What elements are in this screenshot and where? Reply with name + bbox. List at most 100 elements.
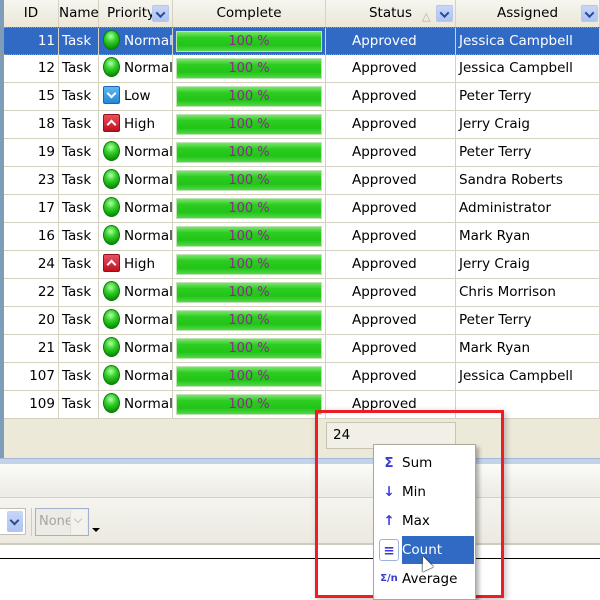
cell-id[interactable]: 15	[4, 83, 59, 110]
cell-priority[interactable]: Normal	[99, 223, 173, 250]
cell-status[interactable]: Approved	[326, 167, 456, 194]
cell-priority[interactable]: High	[99, 111, 173, 138]
cell-priority[interactable]: Normal	[99, 139, 173, 166]
table-row[interactable]: 12 Task Normal 100 % Approved Jessica Campbel…	[4, 55, 600, 83]
cell-priority[interactable]: Normal	[99, 279, 173, 306]
cell-name[interactable]: Task	[59, 335, 99, 362]
chevron-down-icon[interactable]	[70, 510, 87, 534]
cell-id[interactable]: 16	[4, 223, 59, 250]
cell-assigned[interactable]: Peter Terry	[456, 139, 600, 166]
filter-dropdown-icon[interactable]	[436, 5, 453, 22]
cell-id[interactable]: 109	[4, 391, 59, 418]
cell-id[interactable]: 23	[4, 167, 59, 194]
cell-id[interactable]: 21	[4, 335, 59, 362]
table-row[interactable]: 17 Task Normal 100 % Approved Administrator	[4, 195, 600, 223]
cell-complete[interactable]: 100 %	[173, 363, 326, 390]
table-row[interactable]: 16 Task Normal 100 % Approved Mark Ryan	[4, 223, 600, 251]
cell-assigned[interactable]: Jessica Campbell	[456, 363, 600, 390]
column-header-complete[interactable]: Complete	[173, 0, 326, 27]
cell-priority[interactable]: Low	[99, 83, 173, 110]
cell-priority[interactable]: Normal	[99, 335, 173, 362]
menu-item-min[interactable]: ↓ Min	[376, 478, 473, 506]
table-row[interactable]: 15 Task Low 100 % Approved Peter Terry	[4, 83, 600, 111]
column-header-priority[interactable]: Priority	[99, 0, 173, 27]
table-row[interactable]: 109 Task Normal 100 % Approved	[4, 391, 600, 419]
column-header-id[interactable]: ID	[4, 0, 59, 27]
cell-assigned[interactable]: Jerry Craig	[456, 111, 600, 138]
cell-complete[interactable]: 100 %	[173, 195, 326, 222]
cell-priority[interactable]: Normal	[99, 195, 173, 222]
table-row[interactable]: 19 Task Normal 100 % Approved Peter Terry	[4, 139, 600, 167]
cell-status[interactable]: Approved	[326, 55, 456, 82]
cell-priority[interactable]: Normal	[99, 167, 173, 194]
cell-name[interactable]: Task	[59, 139, 99, 166]
table-row[interactable]: 11 Task Normal 100 % Approved Jessica Campbel…	[4, 27, 600, 55]
cell-complete[interactable]: 100 %	[173, 28, 326, 55]
cell-complete[interactable]: 100 %	[173, 251, 326, 278]
cell-status[interactable]: Approved	[326, 363, 456, 390]
cell-status[interactable]: Approved	[326, 279, 456, 306]
cell-priority[interactable]: Normal	[99, 391, 173, 418]
cell-complete[interactable]: 100 %	[173, 279, 326, 306]
cell-name[interactable]: Task	[59, 307, 99, 334]
cell-priority[interactable]: Normal	[99, 363, 173, 390]
column-header-assigned[interactable]: Assigned	[456, 0, 600, 27]
cell-name[interactable]: Task	[59, 223, 99, 250]
chevron-down-icon[interactable]	[7, 511, 23, 532]
table-row[interactable]: 21 Task Normal 100 % Approved Mark Ryan	[4, 335, 600, 363]
cell-status[interactable]: Approved	[326, 111, 456, 138]
cell-priority[interactable]: Normal	[99, 28, 173, 55]
table-row[interactable]: 23 Task Normal 100 % Approved Sandra Roberts	[4, 167, 600, 195]
cell-complete[interactable]: 100 %	[173, 167, 326, 194]
cell-assigned[interactable]: Mark Ryan	[456, 223, 600, 250]
table-row[interactable]: 107 Task Normal 100 % Approved Jessica Campbe…	[4, 363, 600, 391]
cell-assigned[interactable]: Peter Terry	[456, 83, 600, 110]
cell-complete[interactable]: 100 %	[173, 223, 326, 250]
cell-status[interactable]: Approved	[326, 335, 456, 362]
cell-id[interactable]: 19	[4, 139, 59, 166]
cell-assigned[interactable]: Administrator	[456, 195, 600, 222]
toolbar-combo-none[interactable]: None	[35, 508, 89, 536]
cell-complete[interactable]: 100 %	[173, 55, 326, 82]
cell-complete[interactable]: 100 %	[173, 391, 326, 418]
cell-priority[interactable]: Normal	[99, 307, 173, 334]
cell-status[interactable]: Approved	[326, 28, 456, 55]
cell-assigned[interactable]: Jerry Craig	[456, 251, 600, 278]
cell-status[interactable]: Approved	[326, 223, 456, 250]
cell-status[interactable]: Approved	[326, 307, 456, 334]
cell-name[interactable]: Task	[59, 391, 99, 418]
column-header-name[interactable]: Name	[59, 0, 99, 27]
menu-item-max[interactable]: ↑ Max	[376, 507, 473, 535]
cell-status[interactable]: Approved	[326, 251, 456, 278]
cell-assigned[interactable]: Chris Morrison	[456, 279, 600, 306]
cell-id[interactable]: 24	[4, 251, 59, 278]
cell-assigned[interactable]: Jessica Campbell	[456, 55, 600, 82]
toolbar-overflow-icon[interactable]	[92, 528, 100, 532]
cell-name[interactable]: Task	[59, 55, 99, 82]
cell-assigned[interactable]: Mark Ryan	[456, 335, 600, 362]
cell-id[interactable]: 11	[4, 28, 59, 55]
cell-complete[interactable]: 100 %	[173, 307, 326, 334]
cell-id[interactable]: 17	[4, 195, 59, 222]
cell-complete[interactable]: 100 %	[173, 83, 326, 110]
cell-complete[interactable]: 100 %	[173, 335, 326, 362]
cell-name[interactable]: Task	[59, 251, 99, 278]
cell-name[interactable]: Task	[59, 111, 99, 138]
table-row[interactable]: 18 Task High 100 % Approved Jerry Craig	[4, 111, 600, 139]
cell-id[interactable]: 18	[4, 111, 59, 138]
cell-id[interactable]: 22	[4, 279, 59, 306]
cell-name[interactable]: Task	[59, 195, 99, 222]
cell-assigned[interactable]: Sandra Roberts	[456, 167, 600, 194]
cell-name[interactable]: Task	[59, 167, 99, 194]
cell-id[interactable]: 107	[4, 363, 59, 390]
menu-item-sum[interactable]: Σ Sum	[376, 449, 473, 477]
cell-name[interactable]: Task	[59, 83, 99, 110]
table-row[interactable]: 22 Task Normal 100 % Approved Chris Morrison	[4, 279, 600, 307]
cell-status[interactable]: Approved	[326, 195, 456, 222]
cell-assigned[interactable]: Jessica Campbell	[456, 28, 600, 55]
cell-id[interactable]: 20	[4, 307, 59, 334]
cell-name[interactable]: Task	[59, 28, 99, 55]
cell-name[interactable]: Task	[59, 279, 99, 306]
cell-status[interactable]: Approved	[326, 139, 456, 166]
filter-dropdown-icon[interactable]	[152, 5, 169, 22]
